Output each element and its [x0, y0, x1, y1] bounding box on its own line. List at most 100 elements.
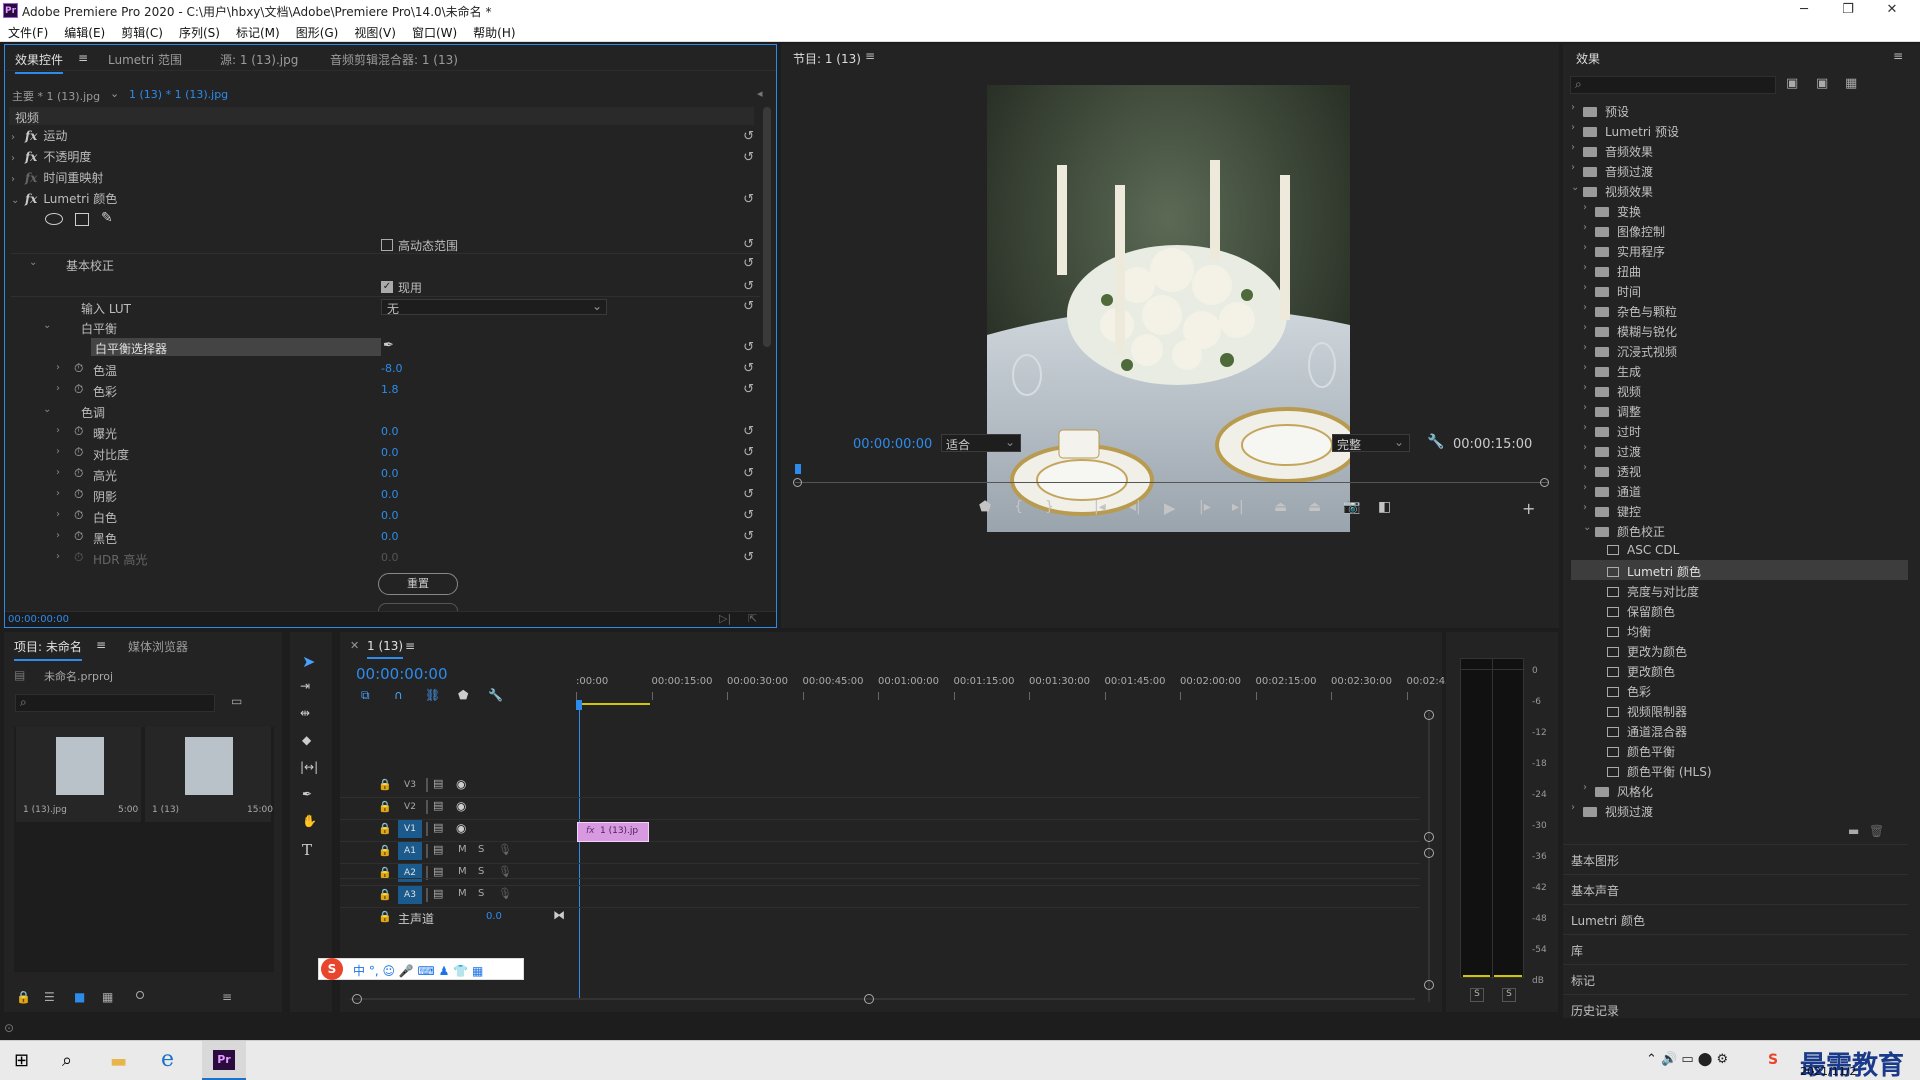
lift-icon[interactable]: ⏏ [1274, 499, 1287, 515]
reset-icon[interactable]: ↺ [743, 361, 754, 376]
effects-tree-item[interactable]: 视频限制器 [1571, 700, 1908, 720]
reset-button[interactable]: 重置 [378, 573, 458, 595]
collapse-icon[interactable]: ◂ [757, 87, 763, 100]
panel-menu-icon[interactable]: ≡ [405, 639, 415, 653]
menu-graphics[interactable]: 图形(G) [288, 22, 347, 41]
chevron-right-icon[interactable]: › [56, 362, 60, 373]
reset-icon[interactable]: ↺ [743, 299, 754, 314]
step-back-icon[interactable]: ◂| [1129, 499, 1141, 515]
delete-icon[interactable]: 🗑 [1869, 824, 1884, 838]
close-icon[interactable]: ✕ [1872, 2, 1912, 17]
menu-edit[interactable]: 编辑(E) [56, 22, 113, 41]
sync-lock-icon[interactable]: ▤ [433, 777, 443, 790]
sogou-tray-icon[interactable]: S [1768, 1052, 1778, 1068]
effects-tree-item[interactable]: › 实用程序 [1571, 240, 1908, 260]
zoom-handle-left[interactable] [793, 478, 802, 487]
mute-button[interactable]: M [458, 888, 467, 899]
effects-tree-item[interactable]: Lumetri 颜色 [1571, 560, 1908, 580]
effects-tree-item[interactable]: › 风格化 [1571, 780, 1908, 800]
fit-select[interactable]: 适合 ⌄ [941, 434, 1021, 452]
mark-in-icon[interactable]: { [1014, 499, 1023, 515]
tab-lumetri-scopes[interactable]: Lumetri 范围 [108, 51, 182, 68]
sort-icon[interactable]: ≡ [222, 990, 232, 1004]
effects-tree-item[interactable]: › 生成 [1571, 360, 1908, 380]
tab-effect-controls[interactable]: 效果控件 [15, 51, 64, 74]
chevron-right-icon[interactable]: › [56, 383, 60, 394]
effects-tree-item[interactable]: 色彩 [1571, 680, 1908, 700]
search-icon[interactable]: ⌕ [62, 1050, 72, 1071]
scroll-handle[interactable] [1424, 710, 1434, 720]
reset-icon[interactable]: ↺ [743, 256, 754, 271]
track-target[interactable]: V2 [398, 798, 422, 816]
lock-icon[interactable]: 🔒 [378, 910, 392, 923]
reset-icon[interactable]: ↺ [743, 340, 754, 355]
effects-tree-item[interactable]: › 视频 [1571, 380, 1908, 400]
effects-tree-item[interactable]: 颜色平衡 [1571, 740, 1908, 760]
effects-tree-item[interactable]: › 调整 [1571, 400, 1908, 420]
zoom-handle-right[interactable] [1540, 478, 1549, 487]
basic-correction-row[interactable]: ⌄ 基本校正 ↺ [11, 253, 760, 273]
menu-file[interactable]: 文件(F) [0, 22, 56, 41]
go-to-out-icon[interactable]: ▸| [1232, 499, 1244, 515]
lock-icon[interactable]: 🔒 [16, 990, 31, 1004]
effects-tree-item[interactable]: 保留颜色 [1571, 600, 1908, 620]
tab-media-browser[interactable]: 媒体浏览器 [128, 638, 188, 655]
effects-tree-item[interactable]: ASC CDL [1571, 540, 1908, 560]
close-tab-icon[interactable]: ✕ [350, 639, 359, 652]
white-balance-row[interactable]: ⌄ 白平衡 [11, 317, 760, 337]
project-search-input[interactable]: ⌕ [15, 694, 215, 712]
track-select-tool-icon[interactable]: ⇥ [300, 679, 310, 693]
effects-tree-item[interactable]: › 键控 [1571, 500, 1908, 520]
pen-tool-icon[interactable]: ✒ [302, 787, 312, 801]
export-icon[interactable]: ⇱ [748, 612, 757, 625]
panel-section[interactable]: 基本图形 [1563, 844, 1908, 872]
tab-audio-clip-mixer[interactable]: 音频剪辑混合器: 1 (13) [330, 51, 458, 68]
effects-tree-item[interactable]: › 音频效果 [1571, 140, 1908, 160]
ellipse-mask-icon[interactable] [45, 213, 63, 225]
timeline-clip[interactable]: fx 1 (13).jp [577, 822, 649, 842]
scrollbar[interactable] [763, 107, 771, 347]
reset-icon[interactable]: ↺ [743, 508, 754, 523]
track-target[interactable]: A1 [398, 842, 422, 860]
yuv-effects-icon[interactable]: ▦ [1845, 76, 1857, 91]
reset-icon[interactable]: ↺ [743, 445, 754, 460]
effects-tree-item[interactable]: ⌄ 颜色校正 [1571, 520, 1908, 540]
new-bin-icon[interactable]: ▭ [231, 694, 242, 708]
edge-icon[interactable]: e [161, 1047, 174, 1072]
input-lut-select[interactable]: 无 ⌄ [381, 299, 607, 316]
stopwatch-icon[interactable]: ⏱ [74, 466, 83, 481]
play-audio-icon[interactable]: ▷| [719, 612, 731, 625]
effects-tree-item[interactable]: 颜色平衡 (HLS) [1571, 760, 1908, 780]
reset-icon[interactable]: ↺ [743, 529, 754, 544]
eye-icon[interactable]: ◉ [456, 799, 466, 813]
add-marker-icon[interactable]: ⬟ [979, 499, 991, 515]
time-ruler[interactable]: :00:00 00:00:15:00 00:00:30:00 00:00:45:… [576, 672, 1455, 702]
playhead-ruler[interactable] [795, 462, 1551, 478]
tab-project[interactable]: 项目: 未命名 [14, 638, 82, 661]
reset-icon[interactable]: ↺ [743, 550, 754, 565]
effects-tree-item[interactable]: 亮度与对比度 [1571, 580, 1908, 600]
panel-section[interactable]: 库 [1563, 934, 1908, 962]
fx-opacity[interactable]: › fx 不透明度 ↺ [11, 148, 760, 168]
compare-view-icon[interactable]: ◧ [1378, 499, 1391, 515]
eye-icon[interactable]: ◉ [456, 821, 466, 835]
chevron-right-icon[interactable]: › [56, 551, 60, 562]
effects-tree-item[interactable]: › 预设 [1571, 100, 1908, 120]
list-view-icon[interactable]: ☰ [44, 990, 55, 1004]
track-target[interactable]: A3 [398, 886, 422, 904]
settings-icon[interactable]: 🔧 [488, 688, 503, 702]
go-to-in-icon[interactable]: |◂ [1094, 499, 1106, 515]
enable-checkbox[interactable]: ✓ [381, 281, 393, 293]
type-tool-icon[interactable]: T [302, 841, 312, 859]
panel-section[interactable]: 基本声音 [1563, 874, 1908, 902]
zoom-handle-left[interactable] [352, 994, 362, 1004]
effects-tree-item[interactable]: › 沉浸式视频 [1571, 340, 1908, 360]
master-clip-label[interactable]: 主要 * 1 (13).jpg [12, 88, 100, 104]
tone-value[interactable]: 0.0 [381, 467, 399, 480]
reset-icon[interactable]: ↺ [743, 129, 754, 144]
effects-tree-item[interactable]: › 视频过渡 [1571, 800, 1908, 820]
add-button-icon[interactable]: + [1522, 499, 1535, 518]
tone-row[interactable]: ⌄ 色调 [11, 401, 760, 421]
effects-tree-item[interactable]: › 时间 [1571, 280, 1908, 300]
lock-icon[interactable]: 🔒 [378, 844, 392, 857]
